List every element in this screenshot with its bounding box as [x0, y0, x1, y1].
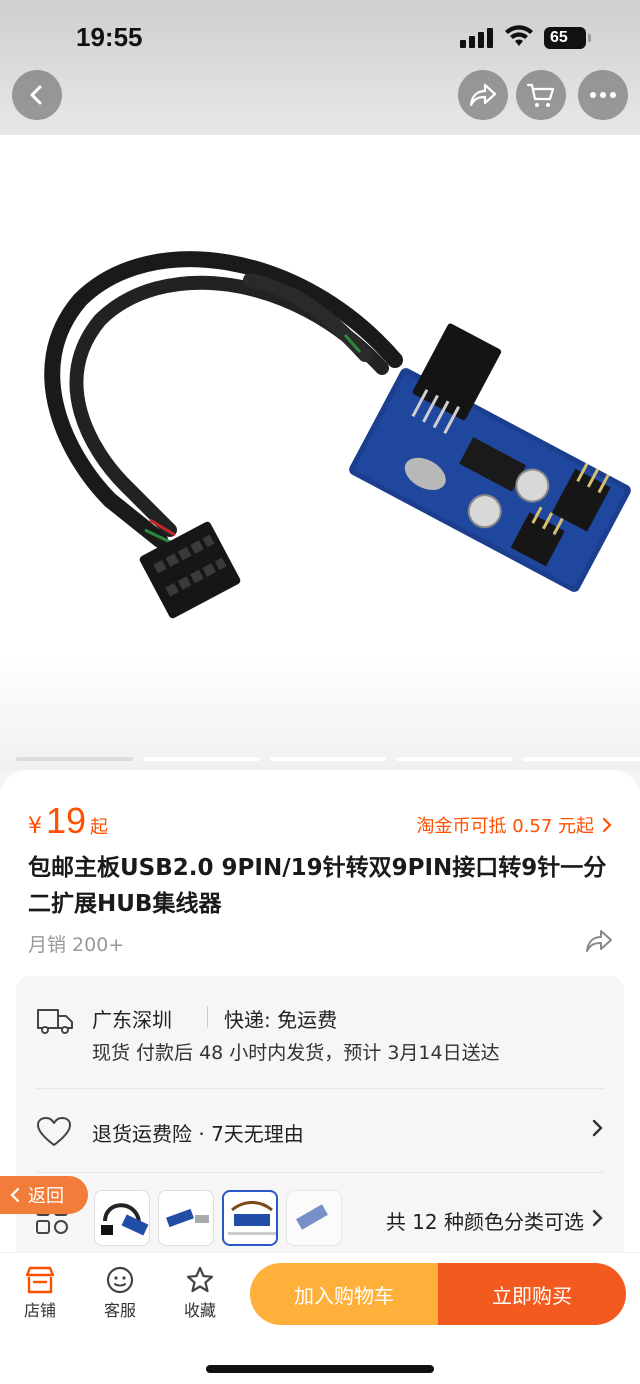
divider: [36, 1172, 604, 1173]
favorite-label: 收藏: [183, 1301, 216, 1320]
store-label: 店铺: [23, 1301, 56, 1320]
variant-image: [228, 1201, 276, 1235]
price-value: 19: [46, 800, 87, 841]
separator: [207, 1006, 208, 1028]
coin-offer-text: 淘金币可抵 0.57 元起: [416, 816, 594, 837]
variant-thumbnail[interactable]: [94, 1190, 150, 1246]
price: ¥ 19 起: [28, 800, 108, 842]
variant-image: [166, 1208, 209, 1228]
coin-offer-link[interactable]: 淘金币可抵 0.57 元起: [416, 812, 612, 838]
shipping-origin: 广东深圳: [92, 1008, 172, 1032]
chevron-right-icon: [602, 817, 612, 833]
product-info-card: ¥ 19 起 淘金币可抵 0.57 元起 包邮主板USB2.0 9PIN/19针…: [0, 770, 640, 1276]
variant-summary: 共 12 种颜色分类可选: [385, 1210, 584, 1234]
shipping-detail: 现货 付款后 48 小时内发货，预计 3月14日送达: [92, 1042, 500, 1064]
store-tab[interactable]: 店铺: [10, 1263, 70, 1321]
variant-image: [101, 1203, 149, 1236]
share-icon: [586, 930, 612, 952]
monthly-sales: 月销 200+: [28, 934, 125, 956]
buy-now-button[interactable]: 立即购买: [438, 1263, 626, 1325]
battery-icon: 65: [544, 27, 591, 49]
share-product-button[interactable]: [584, 928, 614, 958]
shipping-section: 广东深圳 快递: 免运费 现货 付款后 48 小时内发货，预计 3月14日送达 …: [16, 976, 624, 1276]
service-tab[interactable]: 客服: [90, 1263, 150, 1321]
return-back-button[interactable]: 返回: [0, 1176, 88, 1214]
more-button[interactable]: [578, 70, 628, 120]
customer-service-icon: [106, 1266, 134, 1294]
product-image[interactable]: [0, 130, 640, 770]
chevron-left-icon: [30, 85, 42, 105]
status-time: 19:55: [76, 22, 143, 52]
divider: [36, 1088, 604, 1089]
favorite-tab[interactable]: 收藏: [170, 1263, 230, 1321]
chevron-left-icon: [10, 1187, 20, 1203]
heart-shield-icon: [37, 1117, 71, 1146]
star-icon: [186, 1266, 214, 1293]
variant-thumbnail-selected[interactable]: [222, 1190, 278, 1246]
shipping-express: 快递: 免运费: [224, 1008, 338, 1032]
service-label: 客服: [103, 1301, 136, 1320]
indicator: [142, 757, 260, 761]
bottom-action-bar: 店铺 客服 收藏 加入购物车 立即购买: [0, 1252, 640, 1384]
share-icon: [469, 83, 497, 107]
signal-icon: [460, 28, 494, 48]
store-icon: [25, 1266, 55, 1294]
indicator: [396, 757, 514, 761]
return-policy-row[interactable]: 退货运费险 · 7天无理由: [36, 1108, 604, 1156]
chevron-right-icon: [592, 1209, 603, 1227]
variant-image: [296, 1204, 328, 1230]
cart-button[interactable]: [516, 70, 566, 120]
variant-selector-row[interactable]: 共 12 种颜色分类可选: [36, 1186, 604, 1252]
status-bar: 19:55 65: [0, 0, 640, 70]
share-button[interactable]: [458, 70, 508, 120]
indicator: [269, 757, 387, 761]
variant-thumbnail[interactable]: [158, 1190, 214, 1246]
product-title: 包邮主板USB2.0 9PIN/19针转双9PIN接口转9针一分二扩展HUB集线…: [28, 855, 607, 917]
product-photo: [44, 251, 631, 619]
price-symbol: ¥: [28, 814, 42, 839]
image-indicators: [16, 757, 640, 761]
home-indicator: [206, 1365, 434, 1373]
variant-thumbnail[interactable]: [286, 1190, 342, 1246]
wifi-icon: [505, 25, 533, 46]
back-button[interactable]: [12, 70, 62, 120]
truck-icon: [37, 1009, 73, 1034]
price-suffix: 起: [90, 817, 109, 838]
indicator: [16, 757, 133, 761]
more-icon: [590, 92, 616, 98]
return-policy-text: 退货运费险 · 7天无理由: [92, 1122, 304, 1146]
shipping-row[interactable]: 广东深圳 快递: 免运费 现货 付款后 48 小时内发货，预计 3月14日送达: [36, 1002, 604, 1064]
cart-icon: [526, 83, 555, 107]
return-back-label: 返回: [28, 1186, 64, 1207]
indicator: [523, 757, 640, 761]
chevron-right-icon: [592, 1119, 603, 1137]
add-to-cart-button[interactable]: 加入购物车: [250, 1263, 438, 1325]
